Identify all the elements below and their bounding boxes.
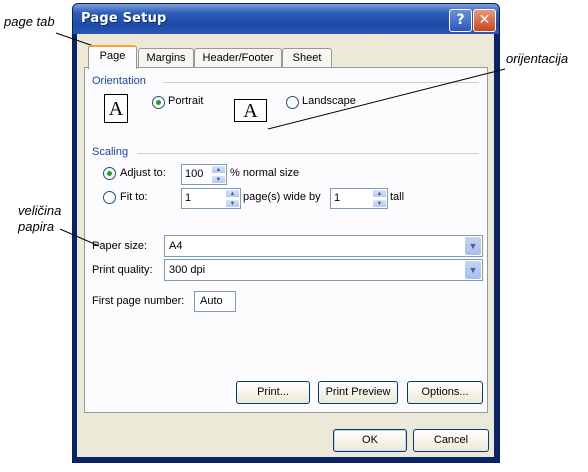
chevron-down-icon[interactable]: ▼ <box>465 237 481 255</box>
spin-down-icon[interactable]: ▼ <box>225 199 240 208</box>
spin-up-icon[interactable]: ▲ <box>211 165 226 174</box>
print-button[interactable]: Print... <box>236 381 310 404</box>
tab-sheet[interactable]: Sheet <box>282 48 332 67</box>
landscape-label[interactable]: Landscape <box>302 95 356 107</box>
spin-up-icon[interactable]: ▲ <box>225 189 240 198</box>
spin-up-icon[interactable]: ▲ <box>372 189 387 198</box>
print-quality-value: 300 dpi <box>169 264 206 276</box>
fit-wide-suffix: page(s) wide by <box>243 191 321 203</box>
tab-page-label: Page <box>99 50 126 62</box>
paper-size-callout-line1: veličina <box>18 203 62 218</box>
page-tab-panel: Orientation A Portrait A Landscape Scali… <box>84 67 488 413</box>
portrait-label[interactable]: Portrait <box>168 95 203 107</box>
scaling-divider <box>137 153 479 154</box>
print-button-label: Print... <box>257 386 289 398</box>
fit-wide-value[interactable]: 1 <box>185 192 191 204</box>
adjust-to-suffix: % normal size <box>230 167 300 179</box>
print-quality-select[interactable]: 300 dpi ▼ <box>164 259 483 281</box>
scaling-group-label: Scaling <box>92 146 129 158</box>
fit-wide-spinner[interactable]: 1 ▲ ▼ <box>181 188 241 209</box>
landscape-page-icon: A <box>234 99 267 122</box>
first-page-number-value[interactable]: Auto <box>200 295 223 307</box>
print-preview-button-label: Print Preview <box>325 386 391 398</box>
ok-button-label: OK <box>362 434 378 446</box>
cancel-button[interactable]: Cancel <box>413 429 489 452</box>
paper-size-callout-line2: papira <box>18 219 55 234</box>
close-button[interactable]: ✕ <box>473 9 496 32</box>
fit-tall-suffix: tall <box>390 191 405 203</box>
fit-tall-value[interactable]: 1 <box>334 192 340 204</box>
dialog-body: Page Margins Header/Footer Sheet Orienta… <box>77 34 494 457</box>
orientation-callout: orijentacija <box>506 51 569 66</box>
paper-size-value: A4 <box>169 240 183 252</box>
window-title: Page Setup <box>81 11 167 26</box>
paper-size-label: Paper size: <box>92 240 148 252</box>
portrait-page-icon: A <box>104 94 128 123</box>
ok-button[interactable]: OK <box>333 429 407 452</box>
help-icon: ? <box>456 12 465 28</box>
cancel-button-label: Cancel <box>433 434 469 446</box>
print-quality-label: Print quality: <box>92 264 153 276</box>
print-preview-button[interactable]: Print Preview <box>318 381 398 404</box>
adjust-to-label[interactable]: Adjust to: <box>120 167 166 179</box>
chevron-down-icon[interactable]: ▼ <box>465 261 481 279</box>
tab-page[interactable]: Page <box>88 45 137 69</box>
fit-to-label[interactable]: Fit to: <box>120 191 148 203</box>
paper-size-select[interactable]: A4 ▼ <box>164 235 483 257</box>
adjust-to-spinner[interactable]: 100 ▲ ▼ <box>181 164 227 185</box>
orientation-group-label: Orientation <box>92 75 146 87</box>
tab-header-footer-label: Header/Footer <box>202 52 274 64</box>
page-tab-callout: page tab <box>4 14 55 29</box>
title-bar[interactable]: Page Setup ? ✕ <box>73 4 499 34</box>
spin-down-icon[interactable]: ▼ <box>372 199 387 208</box>
portrait-radio[interactable] <box>152 96 165 109</box>
first-page-number-label: First page number: <box>92 295 185 307</box>
first-page-number-field[interactable]: Auto <box>194 291 236 312</box>
tab-margins[interactable]: Margins <box>138 48 194 67</box>
landscape-radio[interactable] <box>286 96 299 109</box>
tab-sheet-label: Sheet <box>292 52 322 64</box>
page-setup-dialog: Page Setup ? ✕ Page Margins Header/Foote… <box>72 3 500 463</box>
options-button-label: Options... <box>421 386 469 398</box>
orientation-divider <box>163 82 479 83</box>
fit-tall-spinner[interactable]: 1 ▲ ▼ <box>330 188 388 209</box>
options-button[interactable]: Options... <box>407 381 483 404</box>
help-button[interactable]: ? <box>449 9 472 32</box>
adjust-to-value[interactable]: 100 <box>185 168 203 180</box>
close-icon: ✕ <box>478 12 491 28</box>
tab-header-footer[interactable]: Header/Footer <box>194 48 282 67</box>
tab-margins-label: Margins <box>146 52 186 64</box>
adjust-to-radio[interactable] <box>103 167 116 180</box>
fit-to-radio[interactable] <box>103 191 116 204</box>
spin-down-icon[interactable]: ▼ <box>211 175 226 184</box>
